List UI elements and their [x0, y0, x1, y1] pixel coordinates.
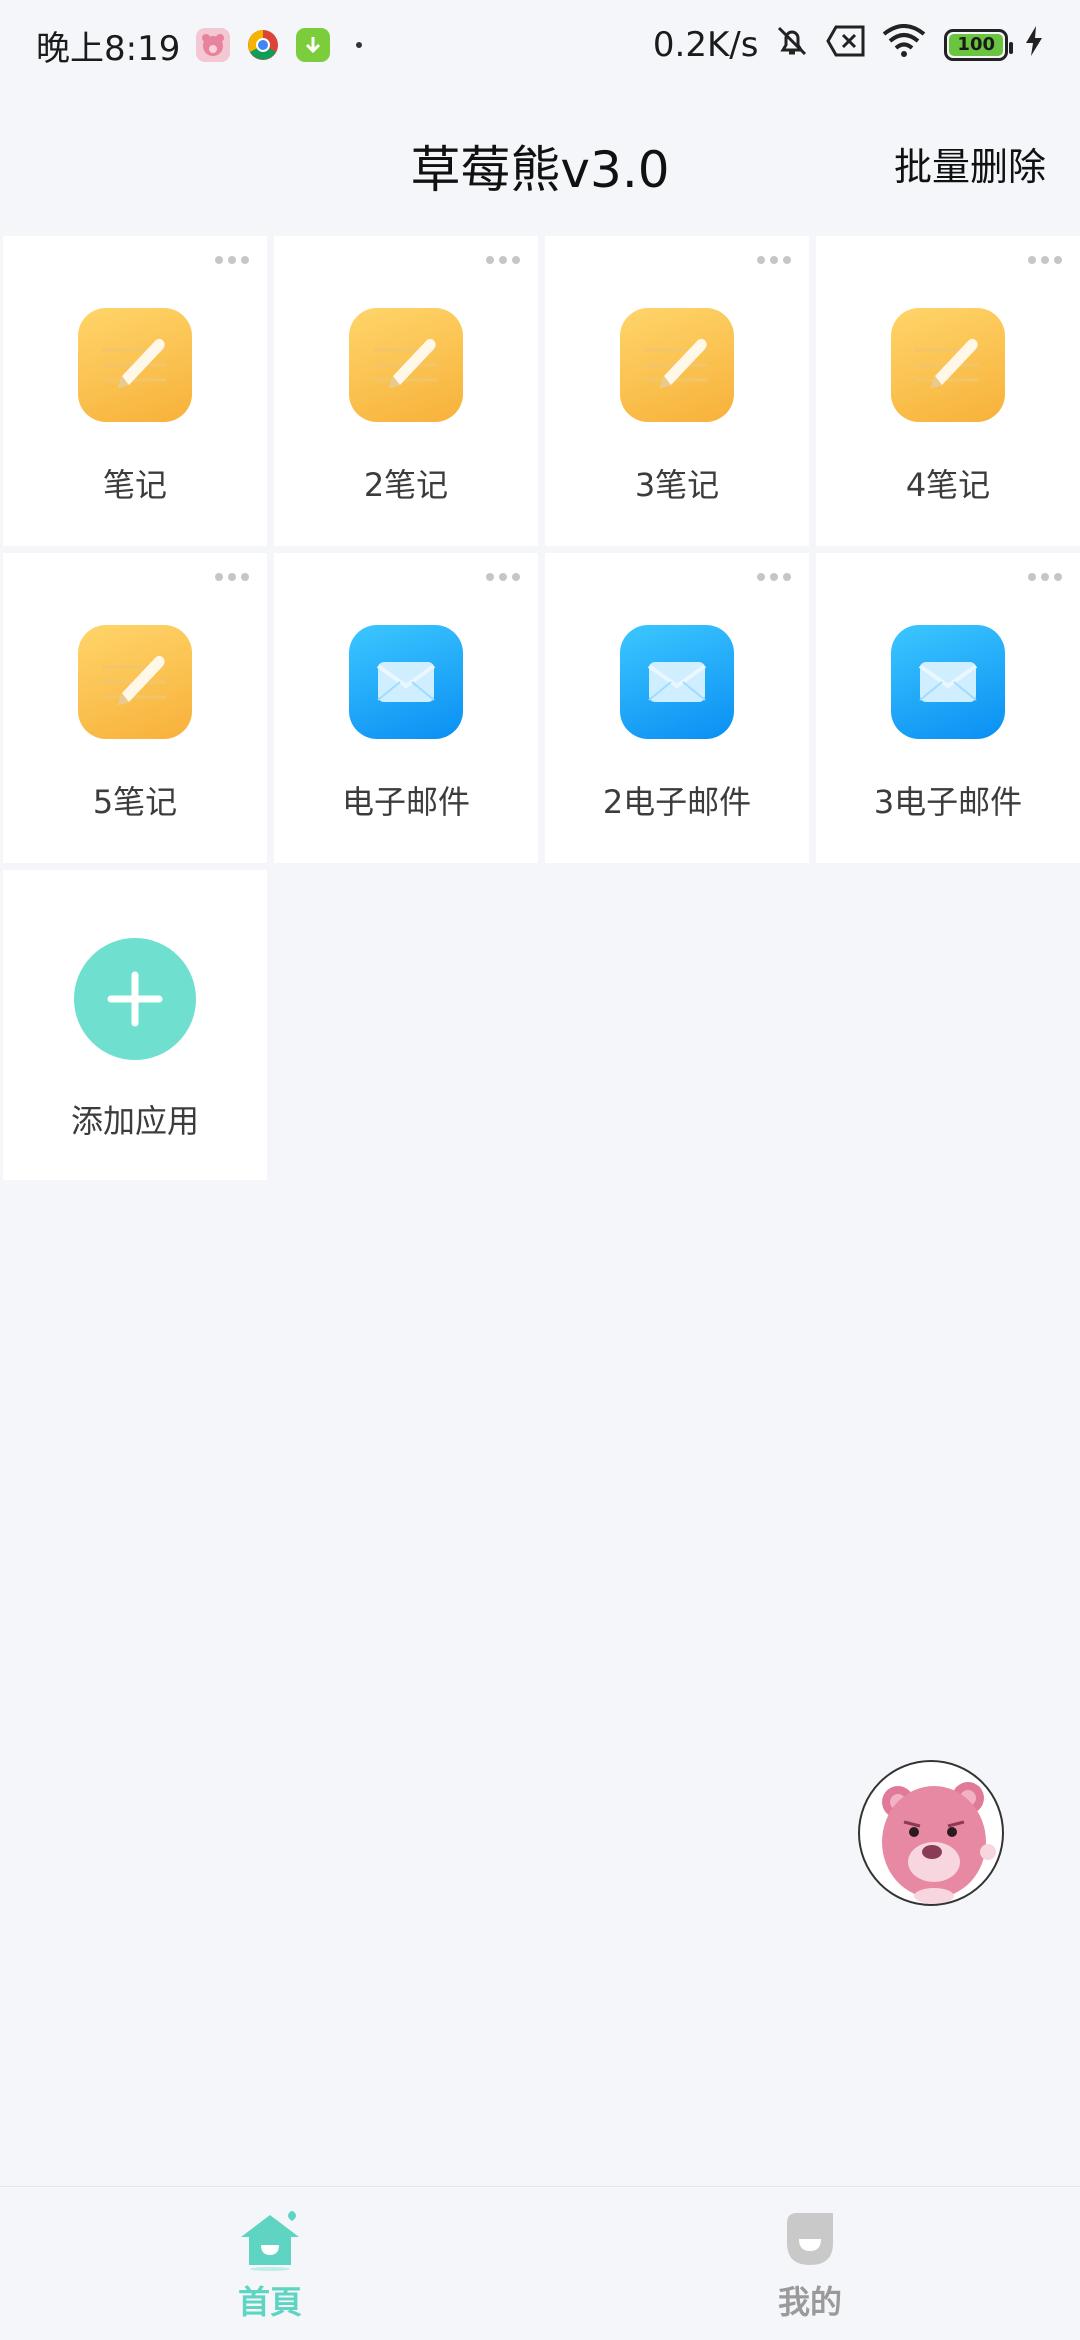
app-tile[interactable]: 3笔记: [545, 236, 809, 546]
app-tile[interactable]: 5笔记: [3, 553, 267, 863]
app-tile[interactable]: 4笔记: [816, 236, 1080, 546]
app-tile[interactable]: 2电子邮件: [545, 553, 809, 863]
app-label: 4笔记: [905, 466, 991, 504]
profile-icon: [775, 2209, 845, 2275]
header: 草莓熊v3.0 批量删除: [0, 110, 1080, 210]
strawberry-bear-float-button[interactable]: [858, 1760, 1004, 1906]
download-icon: [296, 28, 331, 62]
notes-icon: [891, 308, 1005, 422]
mute-bell-icon: [774, 23, 810, 68]
app-label: 3电子邮件: [873, 783, 1023, 821]
no-sim-icon: [826, 24, 866, 67]
battery-icon: 100: [944, 29, 1013, 61]
app-tile[interactable]: 3电子邮件: [816, 553, 1080, 863]
chrome-icon: [246, 28, 280, 62]
mail-icon: [620, 625, 734, 739]
notes-icon: [78, 625, 192, 739]
more-options-icon[interactable]: [757, 256, 791, 264]
mail-icon: [891, 625, 1005, 739]
status-bar: 晚上8:19 0.2K/s 100: [0, 0, 1080, 90]
nav-home[interactable]: 首頁: [0, 2187, 540, 2340]
app-label: 3笔记: [634, 466, 720, 504]
notes-icon: [78, 308, 192, 422]
network-speed: 0.2K/s: [652, 25, 759, 65]
app-tile[interactable]: 2笔记: [274, 236, 538, 546]
home-icon: [235, 2209, 305, 2275]
more-options-icon[interactable]: [215, 573, 249, 581]
clock: 晚上8:19: [36, 28, 181, 69]
app-grid: 笔记 2笔记 3笔记 4笔记 5笔记 电子邮件 2电子邮件 3电子邮件 添加应用: [3, 236, 1080, 1180]
more-options-icon[interactable]: [1028, 256, 1062, 264]
more-notifications-dot: [356, 42, 363, 48]
nav-mine-label: 我的: [777, 2283, 842, 2321]
status-right: 0.2K/s 100: [653, 23, 1044, 68]
wifi-icon: [882, 23, 926, 67]
more-options-icon[interactable]: [215, 256, 249, 264]
notes-icon: [349, 308, 463, 422]
charging-icon: [1024, 25, 1044, 66]
app-label: 5笔记: [92, 783, 178, 821]
notes-icon: [620, 308, 734, 422]
status-left: 晚上8:19: [36, 21, 363, 70]
app-tile[interactable]: 笔记: [3, 236, 267, 546]
bear-notification-icon: [196, 28, 231, 62]
app-label: 电子邮件: [341, 783, 470, 821]
add-app-tile[interactable]: 添加应用: [3, 870, 267, 1180]
more-options-icon[interactable]: [1028, 573, 1062, 581]
more-options-icon[interactable]: [757, 573, 791, 581]
mail-icon: [349, 625, 463, 739]
app-label: 笔记: [102, 466, 167, 504]
more-options-icon[interactable]: [486, 573, 520, 581]
battery-level: 100: [949, 34, 1003, 56]
app-tile[interactable]: 电子邮件: [274, 553, 538, 863]
batch-delete-button[interactable]: 批量删除: [894, 136, 1046, 191]
plus-icon: [74, 938, 196, 1060]
nav-mine[interactable]: 我的: [540, 2187, 1080, 2340]
more-options-icon[interactable]: [486, 256, 520, 264]
add-app-label: 添加应用: [70, 1102, 199, 1140]
app-label: 2电子邮件: [602, 783, 752, 821]
bottom-nav: 首頁 我的: [0, 2186, 1080, 2340]
nav-home-label: 首頁: [237, 2283, 302, 2321]
app-label: 2笔记: [363, 466, 449, 504]
